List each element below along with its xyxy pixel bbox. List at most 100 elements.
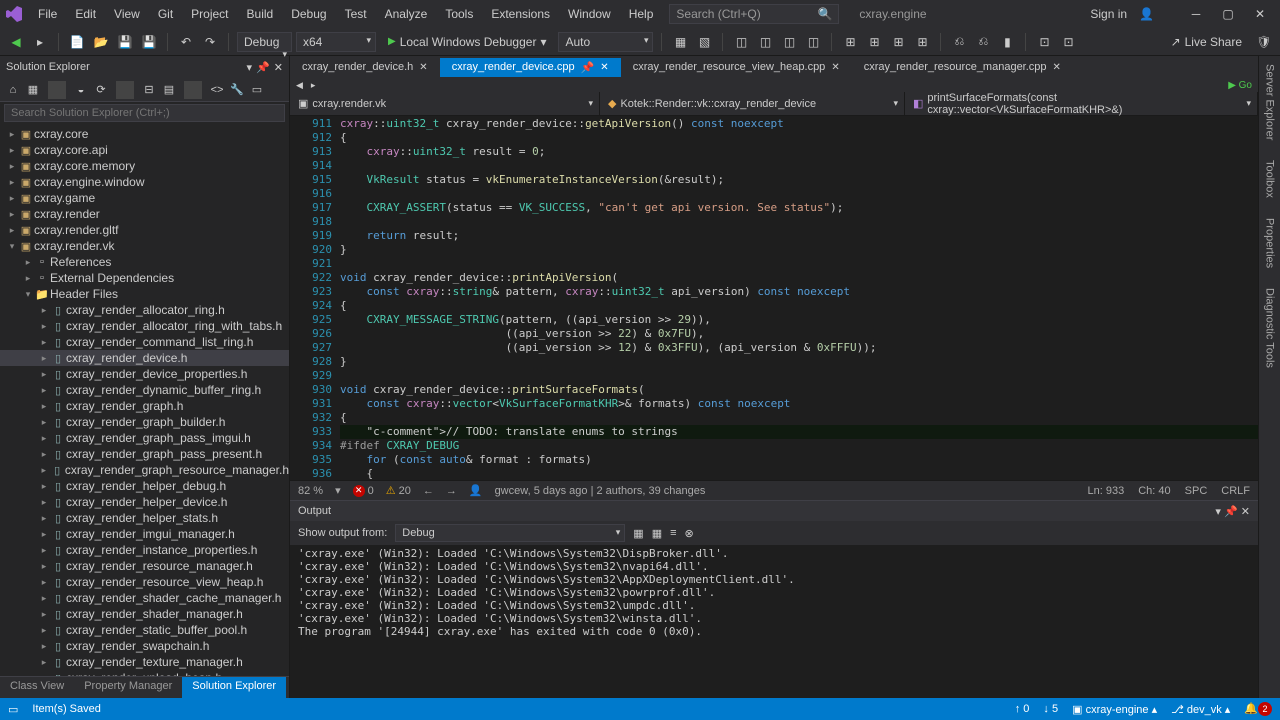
menu-debug[interactable]: Debug <box>283 3 334 25</box>
tree-item[interactable]: ▸▯cxray_render_allocator_ring.h <box>0 302 289 318</box>
menu-edit[interactable]: Edit <box>67 3 104 25</box>
tree-item[interactable]: ▸▯cxray_render_dynamic_buffer_ring.h <box>0 382 289 398</box>
menu-test[interactable]: Test <box>337 3 375 25</box>
menu-project[interactable]: Project <box>183 3 236 25</box>
side-tab[interactable]: Toolbox <box>1264 160 1276 198</box>
tree-item[interactable]: ▸▯cxray_render_graph_pass_present.h <box>0 446 289 462</box>
output-pin-icon[interactable]: 📌 <box>1224 506 1238 518</box>
tree-item[interactable]: ▸▯cxray_render_allocator_ring_with_tabs.… <box>0 318 289 334</box>
user-icon[interactable]: 👤 <box>1139 7 1154 21</box>
tb-icon-7[interactable]: ⊞ <box>840 32 860 52</box>
menu-build[interactable]: Build <box>239 3 282 25</box>
menu-git[interactable]: Git <box>150 3 181 25</box>
close-tab-icon[interactable]: ✕ <box>831 62 839 73</box>
tb-icon-13[interactable]: ▮ <box>997 32 1017 52</box>
spaces-indicator[interactable]: SPC <box>1185 485 1208 497</box>
tb-icon-14[interactable]: ⊡ <box>1034 32 1054 52</box>
output-icon-1[interactable]: ▦ <box>633 527 643 540</box>
output-dropdown-icon[interactable]: ▾ <box>1215 506 1221 518</box>
menu-analyze[interactable]: Analyze <box>377 3 436 25</box>
menu-view[interactable]: View <box>106 3 148 25</box>
maximize-button[interactable]: ▢ <box>1214 7 1242 21</box>
tree-item[interactable]: ▸▣cxray.core <box>0 126 289 142</box>
tree-item[interactable]: ▸▣cxray.core.api <box>0 142 289 158</box>
git-outgoing[interactable]: ↑ 0 <box>1015 703 1030 715</box>
close-tab-icon[interactable]: ✕ <box>1053 62 1061 73</box>
platform-combo[interactable]: x64 <box>296 32 376 52</box>
signin-link[interactable]: Sign in <box>1090 7 1127 21</box>
nav-fwd-small-icon[interactable]: ▸ <box>311 80 316 91</box>
sync-icon[interactable]: ⟳ <box>92 83 110 96</box>
side-tab[interactable]: Diagnostic Tools <box>1264 288 1276 368</box>
panel-tab[interactable]: Property Manager <box>74 677 182 698</box>
git-branch[interactable]: ⎇ dev_vk ▴ <box>1171 703 1230 716</box>
blame-info[interactable]: gwcew, 5 days ago | 2 authors, 39 change… <box>495 485 706 497</box>
tree-item[interactable]: ▸▣cxray.engine.window <box>0 174 289 190</box>
redo-icon[interactable]: ↷ <box>200 32 220 52</box>
git-repo[interactable]: ▣ cxray-engine ▴ <box>1072 703 1157 716</box>
zoom-level[interactable]: 82 % <box>298 485 323 497</box>
tree-item[interactable]: ▸▯cxray_render_helper_device.h <box>0 494 289 510</box>
tb-icon-9[interactable]: ⊞ <box>888 32 908 52</box>
preview-icon[interactable]: ▭ <box>248 83 266 96</box>
tree-item[interactable]: ▸▯cxray_render_helper_stats.h <box>0 510 289 526</box>
nav-back-icon[interactable]: ◀ <box>6 32 26 52</box>
close-tab-icon[interactable]: ✕ <box>600 62 608 73</box>
code-content[interactable]: cxray::uint32_t cxray_render_device::get… <box>340 116 1258 480</box>
panel-tab[interactable]: Class View <box>0 677 74 698</box>
line-indicator[interactable]: Ln: 933 <box>1088 485 1125 497</box>
side-tab[interactable]: Server Explorer <box>1264 64 1276 140</box>
errors-badge[interactable]: ✕0 <box>353 485 374 497</box>
start-debug-button[interactable]: Local Windows Debugger ▾ <box>380 33 554 51</box>
admin-icon[interactable]: 🛡 <box>1254 32 1274 52</box>
tree-item[interactable]: ▾▣cxray.render.vk <box>0 238 289 254</box>
code-editor[interactable]: 9119129139149159169179189199209219229239… <box>290 116 1258 480</box>
liveshare-button[interactable]: ↗ Live Share <box>1163 33 1250 51</box>
global-search[interactable]: Search (Ctrl+Q) 🔍 <box>669 4 839 24</box>
tree-item[interactable]: ▸▣cxray.render.gltf <box>0 222 289 238</box>
tree-item[interactable]: ▸▣cxray.render <box>0 206 289 222</box>
tree-item[interactable]: ▸▯cxray_render_shader_cache_manager.h <box>0 590 289 606</box>
tree-item[interactable]: ▸▯cxray_render_command_list_ring.h <box>0 334 289 350</box>
menu-window[interactable]: Window <box>560 3 619 25</box>
minimize-button[interactable]: ─ <box>1182 7 1210 21</box>
tree-item[interactable]: ▸▯cxray_render_texture_manager.h <box>0 654 289 670</box>
tree-item[interactable]: ▸▯cxray_render_resource_view_heap.h <box>0 574 289 590</box>
doc-tab[interactable]: cxray_render_resource_view_heap.cpp✕ <box>621 58 852 76</box>
views-icon[interactable]: ▦ <box>24 83 42 96</box>
col-indicator[interactable]: Ch: 40 <box>1138 485 1170 497</box>
code-icon[interactable]: <> <box>208 84 226 96</box>
doc-tab[interactable]: cxray_render_device.h✕ <box>290 58 440 76</box>
tb-icon-3[interactable]: ◫ <box>731 32 751 52</box>
home-icon[interactable]: ⌂ <box>4 84 22 96</box>
lineending-indicator[interactable]: CRLF <box>1221 485 1250 497</box>
menu-tools[interactable]: Tools <box>437 3 481 25</box>
tree-item[interactable]: ▸▣cxray.core.memory <box>0 158 289 174</box>
close-tab-icon[interactable]: ✕ <box>419 62 427 73</box>
nav-project-combo[interactable]: ▣ cxray.render.vk <box>290 92 600 115</box>
tree-item[interactable]: ▸▯cxray_render_resource_manager.h <box>0 558 289 574</box>
output-icon-2[interactable]: ▦ <box>652 527 662 540</box>
config-combo[interactable]: Debug <box>237 32 292 52</box>
nav-back-small-icon[interactable]: ◀ <box>296 80 303 91</box>
save-icon[interactable]: 💾 <box>115 32 135 52</box>
tree-item[interactable]: ▸▯cxray_render_graph.h <box>0 398 289 414</box>
side-tab[interactable]: Properties <box>1264 218 1276 268</box>
tree-item[interactable]: ▸▯cxray_render_graph_resource_manager.h <box>0 462 289 478</box>
output-clear-icon[interactable]: ⊗ <box>685 527 694 540</box>
new-item-icon[interactable]: 📄 <box>67 32 87 52</box>
git-incoming[interactable]: ↓ 5 <box>1043 703 1058 715</box>
menu-extensions[interactable]: Extensions <box>483 3 558 25</box>
tb-icon-8[interactable]: ⊞ <box>864 32 884 52</box>
tree-item[interactable]: ▸▯cxray_render_swapchain.h <box>0 638 289 654</box>
properties-icon[interactable]: 🔧 <box>228 83 246 96</box>
tree-item[interactable]: ▸▯cxray_render_device_properties.h <box>0 366 289 382</box>
output-source-combo[interactable]: Debug <box>395 524 625 542</box>
warnings-badge[interactable]: ⚠20 <box>386 484 411 497</box>
panel-tab[interactable]: Solution Explorer <box>182 677 286 698</box>
doc-tab[interactable]: cxray_render_resource_manager.cpp✕ <box>852 58 1073 76</box>
tb-icon-4[interactable]: ◫ <box>755 32 775 52</box>
tree-item[interactable]: ▾📁Header Files <box>0 286 289 302</box>
tree-item[interactable]: ▸▯cxray_render_graph_builder.h <box>0 414 289 430</box>
panel-pin-icon[interactable]: 📌 <box>256 61 270 74</box>
